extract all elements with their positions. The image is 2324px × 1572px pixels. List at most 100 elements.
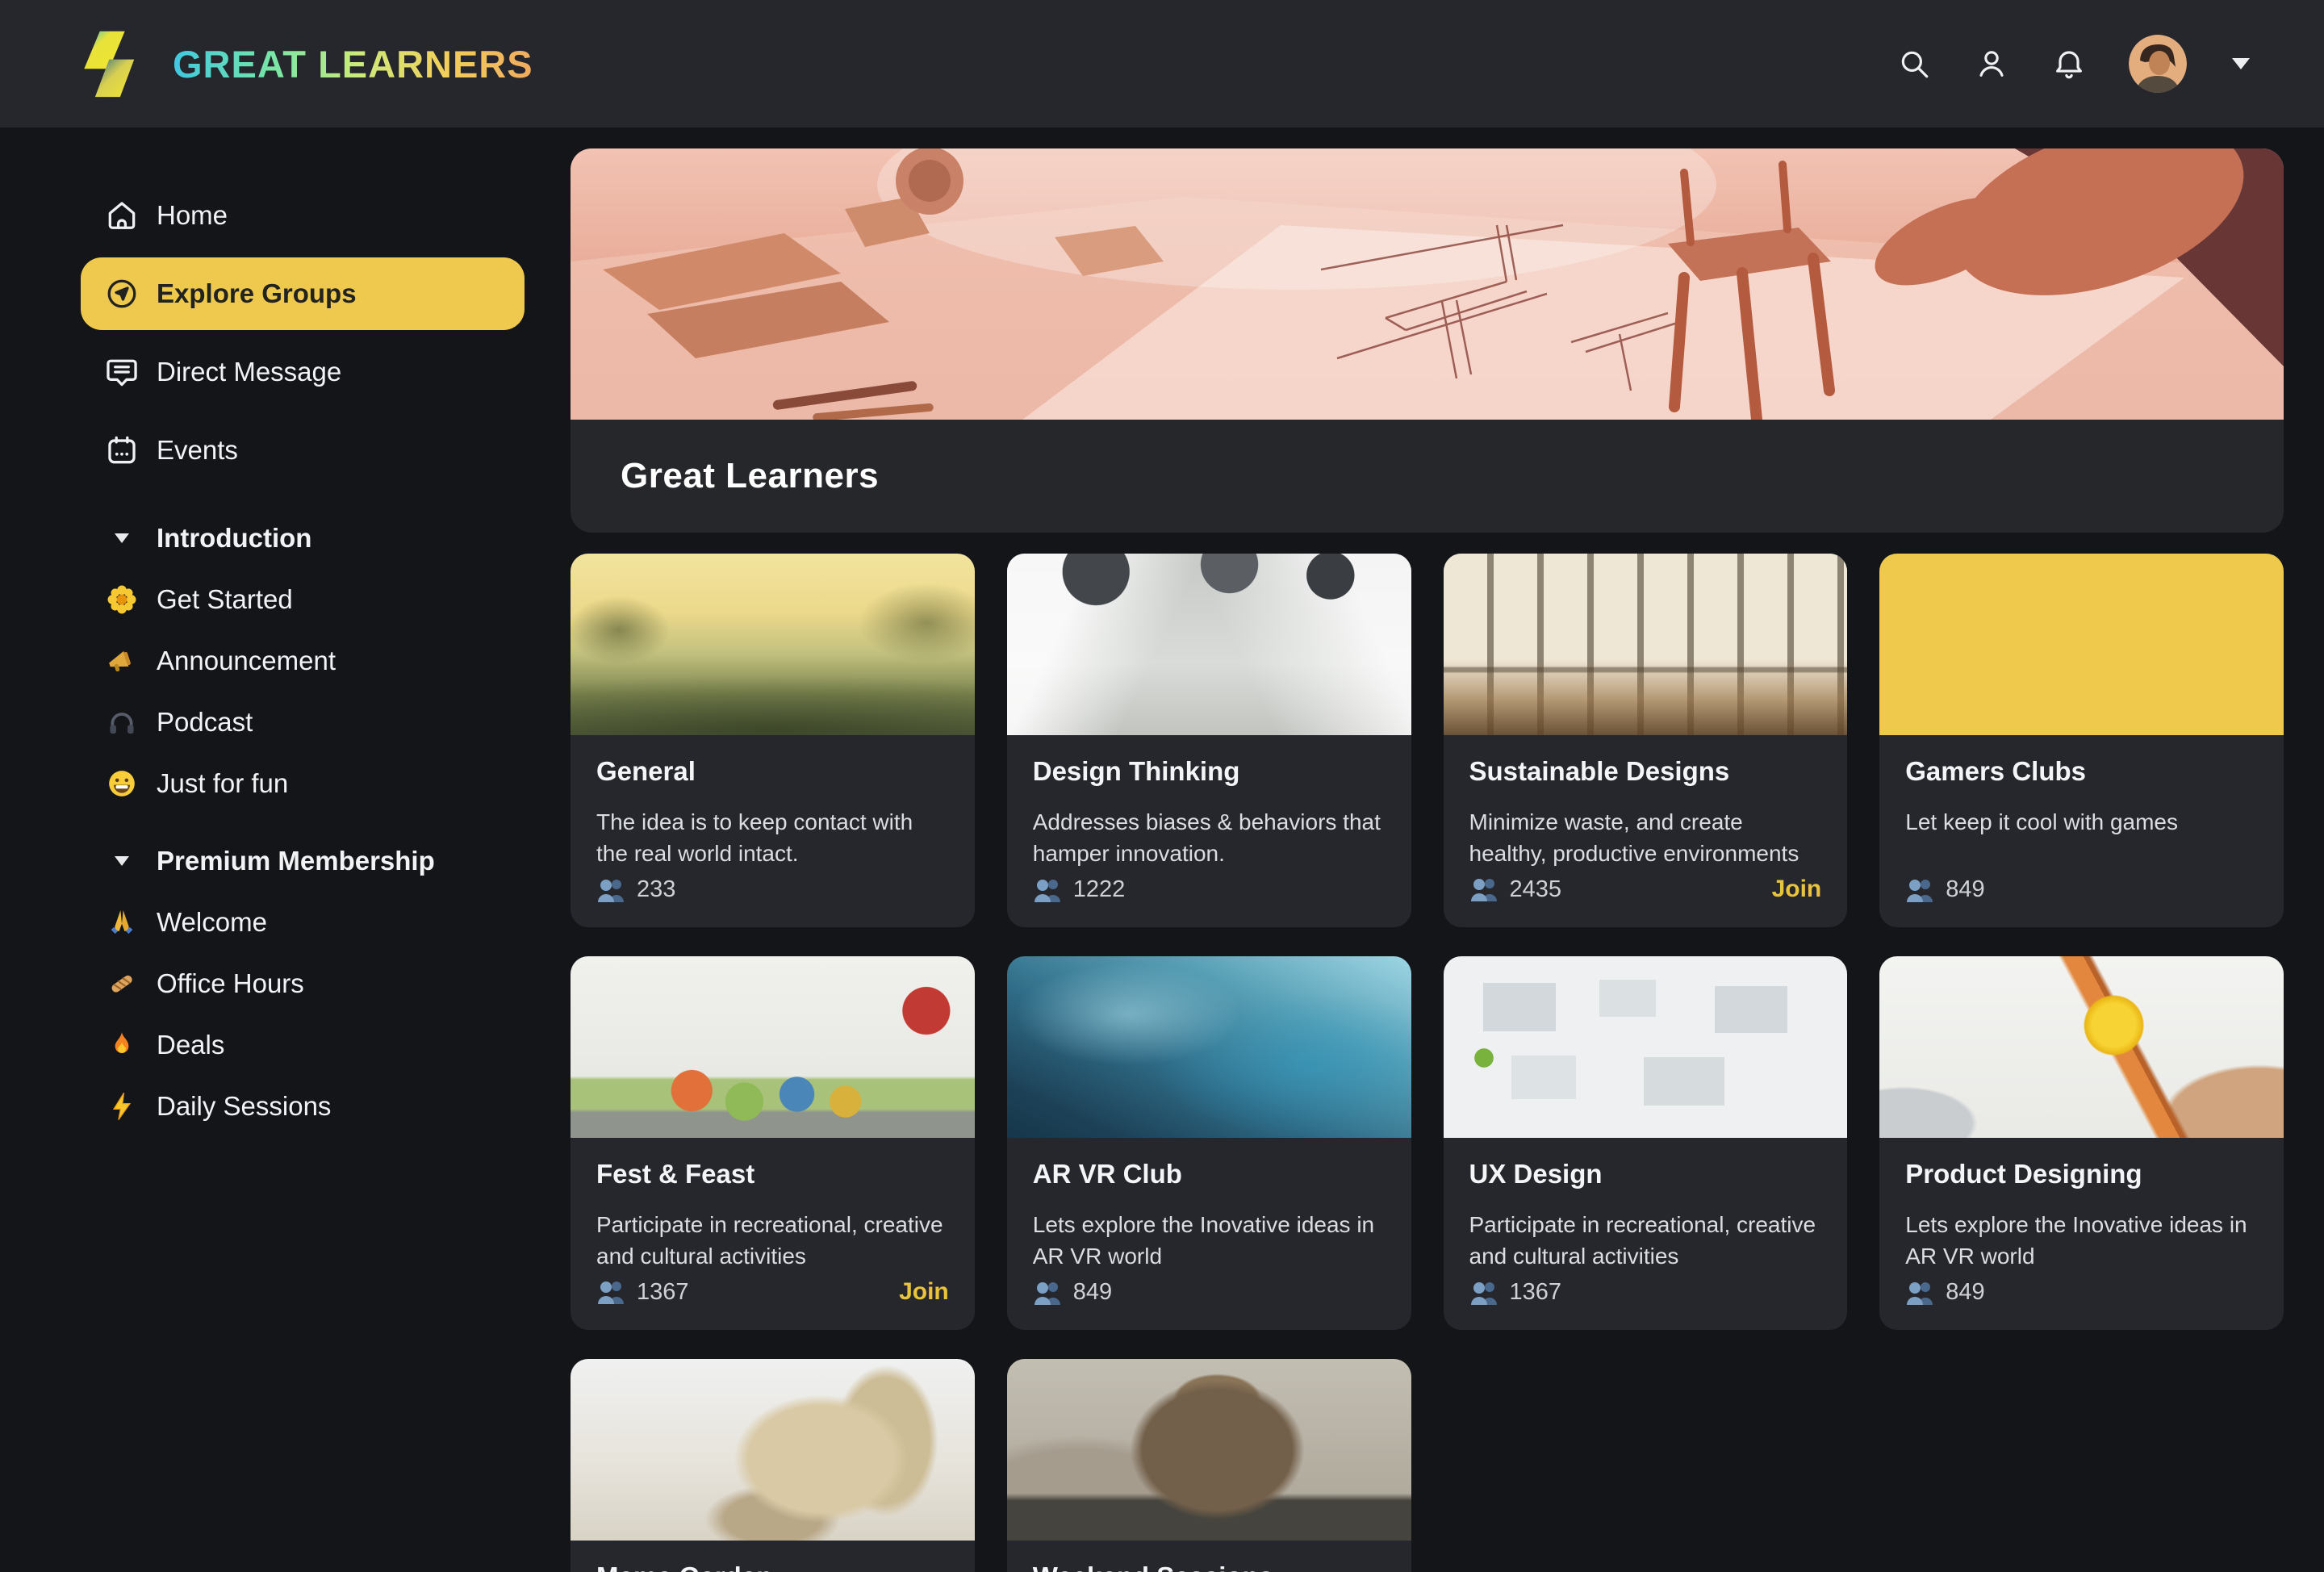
group-card-image (1879, 956, 2284, 1138)
community-title: Great Learners (621, 456, 879, 496)
folded-hands-emoji-icon (103, 904, 140, 941)
section-label: Introduction (157, 523, 311, 554)
groups-grid: General The idea is to keep contact with… (571, 554, 2284, 1572)
calendar-icon (103, 432, 140, 469)
caret-down-icon (103, 856, 140, 866)
section-header-premium-membership[interactable]: Premium Membership (81, 837, 525, 885)
sidebar-item-label: Podcast (157, 707, 253, 738)
members-icon (1469, 877, 1500, 901)
sidebar-section-premium-membership: Premium Membership Welcome (81, 837, 525, 1132)
brand-logo[interactable]: GREAT LEARNERS (81, 27, 533, 101)
sidebar-item-label: Events (157, 435, 238, 466)
members-icon (1033, 878, 1064, 902)
group-description: The idea is to keep contact with the rea… (596, 806, 949, 869)
group-title: Weekend Sessions (1033, 1562, 1386, 1572)
sidebar-item-explore-groups[interactable]: Explore Groups (81, 257, 525, 330)
flower-emoji-icon (103, 581, 140, 618)
group-description: Participate in recreational, creative an… (596, 1209, 949, 1272)
community-banner: Great Learners (571, 148, 2284, 533)
search-icon[interactable] (1896, 46, 1932, 82)
sidebar-item-office-hours[interactable]: Office Hours (81, 958, 525, 1010)
sidebar-item-get-started[interactable]: Get Started (81, 574, 525, 625)
sidebar-item-label: Home (157, 200, 228, 231)
group-title: AR VR Club (1033, 1159, 1386, 1189)
group-card-image (1007, 554, 1411, 735)
sidebar-item-just-for-fun[interactable]: Just for fun (81, 758, 525, 809)
group-card-sustainable-designs[interactable]: Sustainable Designs Minimize waste, and … (1444, 554, 1848, 927)
brand-title: GREAT LEARNERS (173, 42, 533, 86)
group-card-design-thinking[interactable]: Design Thinking Addresses biases & behav… (1007, 554, 1411, 927)
members-icon (1469, 1281, 1500, 1305)
group-description: Participate in recreational, creative an… (1469, 1209, 1822, 1272)
members-icon (596, 1280, 627, 1304)
sidebar-item-podcast[interactable]: Podcast (81, 696, 525, 748)
group-title: UX Design (1469, 1159, 1822, 1189)
sidebar-item-daily-sessions[interactable]: Daily Sessions (81, 1081, 525, 1132)
join-button[interactable]: Join (1772, 876, 1822, 903)
group-description: Lets explore the Inovative ideas in AR V… (1033, 1209, 1386, 1272)
group-card-general[interactable]: General The idea is to keep contact with… (571, 554, 975, 927)
group-card-image (1879, 554, 2284, 735)
sidebar-item-announcement[interactable]: Announcement (81, 635, 525, 687)
group-title: General (596, 756, 949, 787)
members-icon (596, 878, 627, 902)
group-card-image (571, 956, 975, 1138)
member-count: 1367 (637, 1279, 689, 1306)
baguette-emoji-icon (103, 965, 140, 1002)
community-title-bar: Great Learners (571, 420, 2284, 533)
group-card-weekend-sessions[interactable]: Weekend Sessions (1007, 1359, 1411, 1572)
group-card-ux-design[interactable]: UX Design Participate in recreational, c… (1444, 956, 1848, 1330)
group-card-ar-vr-club[interactable]: AR VR Club Lets explore the Inovative id… (1007, 956, 1411, 1330)
sidebar-item-label: Direct Message (157, 357, 341, 387)
group-card-image (1007, 1359, 1411, 1541)
explore-compass-icon (103, 275, 140, 312)
section-header-introduction[interactable]: Introduction (81, 514, 525, 562)
group-card-meme-garden[interactable]: Meme Garden (571, 1359, 975, 1572)
member-count: 1222 (1073, 876, 1126, 903)
group-title: Meme Garden (596, 1562, 949, 1572)
group-title: Fest & Feast (596, 1159, 949, 1189)
member-count: 849 (1073, 1279, 1112, 1306)
fire-emoji-icon (103, 1026, 140, 1064)
sidebar-item-label: Welcome (157, 907, 267, 938)
group-title: Gamers Clubs (1905, 756, 2258, 787)
lightning-emoji-icon (103, 1088, 140, 1125)
sidebar-item-welcome[interactable]: Welcome (81, 897, 525, 948)
sidebar-item-events[interactable]: Events (81, 414, 525, 487)
group-card-image (1444, 956, 1848, 1138)
sidebar-item-home[interactable]: Home (81, 179, 525, 252)
sidebar-item-label: Just for fun (157, 768, 288, 799)
topbar-actions (1896, 35, 2250, 93)
group-description: Let keep it cool with games (1905, 806, 2258, 838)
group-description: Addresses biases & behaviors that hamper… (1033, 806, 1386, 869)
sidebar-item-label: Daily Sessions (157, 1091, 331, 1122)
group-description: Minimize waste, and create healthy, prod… (1469, 806, 1822, 869)
sidebar-item-label: Announcement (157, 646, 336, 676)
sidebar-item-direct-message[interactable]: Direct Message (81, 336, 525, 408)
group-card-fest-and-feast[interactable]: Fest & Feast Participate in recreational… (571, 956, 975, 1330)
group-card-image (571, 554, 975, 735)
members-icon (1905, 1281, 1936, 1305)
group-description: Lets explore the Inovative ideas in AR V… (1905, 1209, 2258, 1272)
member-count: 233 (637, 876, 675, 903)
member-count: 1367 (1510, 1279, 1562, 1306)
user-icon[interactable] (1974, 46, 2009, 82)
sidebar-item-deals[interactable]: Deals (81, 1019, 525, 1071)
group-card-product-designing[interactable]: Product Designing Lets explore the Inova… (1879, 956, 2284, 1330)
avatar[interactable] (2129, 35, 2187, 93)
bell-icon[interactable] (2051, 46, 2087, 82)
member-count: 2435 (1510, 876, 1562, 903)
community-banner-image (571, 148, 2284, 420)
main-content: Great Learners General The idea is to ke… (557, 128, 2324, 1572)
join-button[interactable]: Join (899, 1278, 949, 1306)
section-label: Premium Membership (157, 846, 435, 876)
group-title: Product Designing (1905, 1159, 2258, 1189)
sidebar-item-label: Office Hours (157, 968, 304, 999)
grinning-face-emoji-icon (103, 765, 140, 802)
group-card-gamers-clubs[interactable]: Gamers Clubs Let keep it cool with games… (1879, 554, 2284, 927)
sidebar-item-label: Get Started (157, 584, 293, 615)
members-icon (1905, 878, 1936, 902)
member-count: 849 (1946, 876, 1984, 903)
sidebar: Home Explore Groups Direct Message (0, 128, 557, 1572)
caret-down-icon[interactable] (2232, 58, 2250, 69)
